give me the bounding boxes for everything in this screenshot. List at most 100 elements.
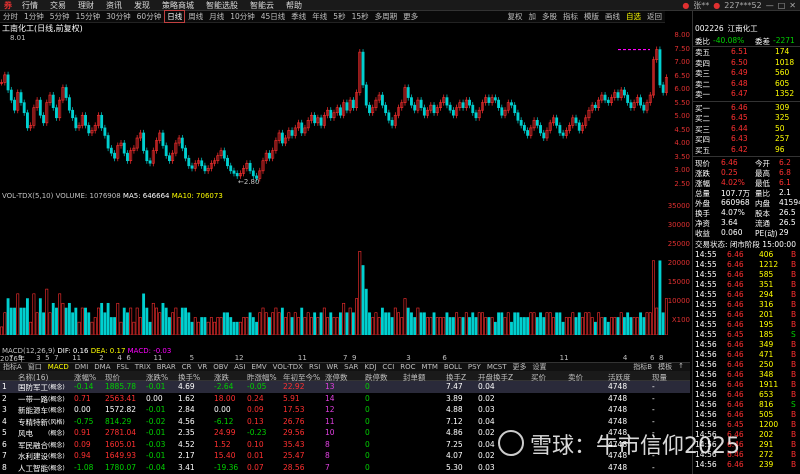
menu-item-discover[interactable]: 发现 <box>128 0 156 11</box>
ask-price: 6.50 <box>731 57 748 67</box>
multi-stock-button[interactable]: 多股 <box>539 11 560 22</box>
menu-item-quotes[interactable]: 行情 <box>16 0 44 11</box>
volume-bar <box>290 317 294 335</box>
bid-row[interactable]: 买二 6.45 325 <box>693 113 800 123</box>
table-row[interactable]: 3 新能源车 (概念) 0.00 1572.82 -0.01 2.84 0.00 0.09 17.… <box>0 404 690 416</box>
volume-bar <box>500 312 504 335</box>
user-area[interactable]: ● 张** ● 227***52 — □ ✕ <box>682 0 800 11</box>
indicator-tab[interactable]: EMV <box>248 363 269 371</box>
table-cell-turn: 4.52 <box>178 439 195 449</box>
menu-item-trade[interactable]: 交易 <box>44 0 72 11</box>
indicator-tab[interactable]: VOL-TDX <box>270 363 306 371</box>
kline-chart[interactable] <box>0 40 668 188</box>
back-button[interactable]: 返回 <box>644 11 665 22</box>
watchlist-button[interactable]: 自选 <box>623 11 644 22</box>
table-row[interactable]: 4 专精特新 (风格) -0.75 814.29 -0.02 4.56 -6.12 0.13 26… <box>0 416 690 428</box>
indicator-tab[interactable]: BRAR <box>154 363 179 371</box>
ask-row[interactable]: 卖二 6.48 605 <box>693 79 800 89</box>
period-45day[interactable]: 45日线 <box>258 11 289 22</box>
volume-bar <box>384 312 388 335</box>
kline-candle <box>510 102 513 106</box>
bid-row[interactable]: 买五 6.42 96 <box>693 145 800 155</box>
menu-item-news[interactable]: 资讯 <box>100 0 128 11</box>
adjust-button[interactable]: 复权 <box>505 11 526 22</box>
bid-row[interactable]: 买一 6.46 309 <box>693 103 800 113</box>
period-yearly[interactable]: 年线 <box>309 11 330 22</box>
volume-bar <box>238 321 242 335</box>
indicator-tab[interactable]: ASI <box>231 363 248 371</box>
period-10min[interactable]: 10分钟 <box>227 11 258 22</box>
indicator-tab[interactable]: MCST <box>484 363 510 371</box>
kline-candle <box>319 117 323 126</box>
bid-row[interactable]: 买三 6.44 50 <box>693 124 800 134</box>
table-cell-updown: 24.99 <box>214 428 236 437</box>
period-timeshare[interactable]: 分时 <box>0 11 21 22</box>
table-row[interactable]: 2 一带一路 (概念) 0.71 2563.41 0.00 1.62 18.00 0.24 5.9… <box>0 393 690 405</box>
indicator-tab[interactable]: BOLL <box>441 363 465 371</box>
menu-item-cloud[interactable]: 智能云 <box>244 0 280 11</box>
ask-row[interactable]: 卖一 6.47 1352 <box>693 89 800 99</box>
indicator-tab[interactable]: TRIX <box>132 363 154 371</box>
period-1min[interactable]: 1分钟 <box>21 11 47 22</box>
menu-item-smart-pick[interactable]: 智能选股 <box>200 0 244 11</box>
drawing-button[interactable]: 画线 <box>602 11 623 22</box>
volume-bar <box>51 302 55 335</box>
volume-bar <box>274 307 278 335</box>
indicator-tab[interactable]: DMI <box>72 363 92 371</box>
period-weekly[interactable]: 周线 <box>185 11 206 22</box>
bid-row[interactable]: 买四 6.43 257 <box>693 134 800 144</box>
template-button[interactable]: 模版 <box>581 11 602 22</box>
tick-v: 272 <box>759 450 774 459</box>
period-60min[interactable]: 60分钟 <box>134 11 165 22</box>
tick-s: B <box>791 260 797 269</box>
table-row[interactable]: 8 人工智能 (概念) -1.08 1780.07 -0.04 3.41 -19.36 0.07… <box>0 462 690 474</box>
table-row[interactable]: 1 国防军工 (概念) -0.14 1885.78 -0.01 4.69 -2.64 -0.05… <box>0 381 690 393</box>
period-5sec[interactable]: 5秒 <box>330 11 348 22</box>
indicator-tab[interactable]: FSL <box>114 363 132 371</box>
tick-t: 14:56 <box>695 410 717 419</box>
volume-bar <box>342 302 346 335</box>
period-5min[interactable]: 5分钟 <box>47 11 73 22</box>
indicator-tab[interactable]: CCI <box>379 363 397 371</box>
stat-row: 净资 3.64 流通 26.5 <box>693 218 800 228</box>
indicator-tab[interactable]: CR <box>179 363 195 371</box>
menu-item-finance[interactable]: 理财 <box>72 0 100 11</box>
period-daily[interactable]: 日线 <box>164 10 186 23</box>
period-more[interactable]: 更多 <box>400 11 421 22</box>
close-icon[interactable]: ✕ <box>789 1 796 10</box>
volume-bar <box>419 312 423 335</box>
period-monthly[interactable]: 月线 <box>206 11 227 22</box>
ask-row[interactable]: 卖五 6.51 174 <box>693 47 800 57</box>
tick-s: B <box>791 370 797 379</box>
kline-candle <box>555 117 559 126</box>
indicator-button[interactable]: 指标 <box>560 11 581 22</box>
volume-bar <box>261 307 265 335</box>
indicator-tab[interactable]: RSI <box>306 363 323 371</box>
volume-bar <box>371 317 375 335</box>
period-quarterly[interactable]: 季线 <box>288 11 309 22</box>
indicator-tab[interactable]: KDJ <box>361 363 379 371</box>
indicator-tab[interactable]: VR <box>195 363 211 371</box>
volume-bar <box>222 312 226 335</box>
indicator-tab[interactable]: MTM <box>419 363 441 371</box>
period-15sec[interactable]: 15秒 <box>349 11 372 22</box>
ask-row[interactable]: 卖四 6.50 1018 <box>693 58 800 68</box>
minimize-icon[interactable]: — <box>766 1 774 10</box>
menu-item-strategy-mall[interactable]: 策略商城 <box>156 0 200 11</box>
maximize-icon[interactable]: □ <box>778 1 786 10</box>
period-15min[interactable]: 15分钟 <box>73 11 104 22</box>
volume-bar <box>193 317 197 335</box>
ask-row[interactable]: 卖三 6.49 560 <box>693 68 800 78</box>
indicator-tab[interactable]: DMA <box>91 363 113 371</box>
indicator-tab[interactable]: PSY <box>465 363 484 371</box>
volume-chart[interactable] <box>0 200 668 335</box>
indicator-tab[interactable]: OBV <box>210 363 231 371</box>
indicator-tab[interactable]: WR <box>323 363 341 371</box>
indicator-tab[interactable]: SAR <box>341 363 361 371</box>
menu-item-help[interactable]: 帮助 <box>280 0 308 11</box>
period-30min[interactable]: 30分钟 <box>103 11 134 22</box>
indicator-tab[interactable]: ROC <box>397 363 418 371</box>
overlay-button[interactable]: 加 <box>526 11 540 22</box>
indicator-tab[interactable]: MACD <box>45 363 72 371</box>
period-multi[interactable]: 多周期 <box>372 11 401 22</box>
